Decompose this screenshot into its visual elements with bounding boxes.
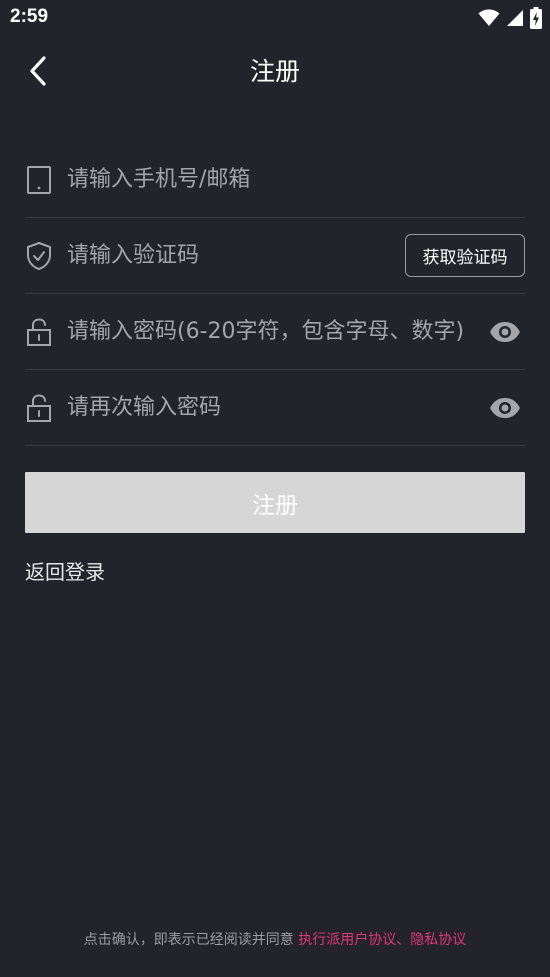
agreement-prefix: 点击确认，即表示已经阅读并同意 (83, 932, 299, 948)
battery-charging-icon (530, 7, 542, 29)
agreement-notice: 点击确认，即表示已经阅读并同意 执行派用户协议、隐私协议 (0, 929, 550, 949)
signal-icon (507, 10, 523, 26)
confirm-password-input[interactable] (67, 387, 477, 428)
phone-icon (25, 165, 53, 195)
code-input[interactable] (67, 235, 405, 276)
lock-open-icon (25, 393, 53, 423)
account-input[interactable] (67, 159, 525, 200)
toggle-password-visibility-button[interactable] (485, 312, 525, 352)
privacy-policy-link[interactable]: 隐私协议 (410, 932, 466, 948)
eye-icon (490, 321, 520, 342)
user-agreement-link[interactable]: 执行派用户协议 (298, 932, 396, 948)
register-button[interactable]: 注册 (25, 472, 525, 533)
eye-icon (490, 397, 520, 418)
register-form: 获取验证码 (25, 142, 525, 446)
status-icons (478, 7, 542, 29)
toggle-confirm-password-visibility-button[interactable] (485, 388, 525, 428)
back-to-login-link[interactable]: 返回登录 (25, 556, 105, 585)
get-code-button[interactable]: 获取验证码 (405, 234, 525, 277)
account-field-row (25, 142, 525, 218)
password-field-row (25, 294, 525, 370)
code-field-row: 获取验证码 (25, 218, 525, 294)
confirm-password-field-row (25, 370, 525, 446)
lock-open-icon (25, 317, 53, 347)
status-bar: 2:59 (0, 0, 550, 36)
status-time: 2:59 (10, 6, 49, 27)
wifi-icon (478, 9, 500, 26)
shield-check-icon (25, 241, 53, 271)
page-title: 注册 (249, 57, 300, 86)
agreement-separator: 、 (396, 932, 411, 948)
password-input[interactable] (67, 311, 477, 352)
